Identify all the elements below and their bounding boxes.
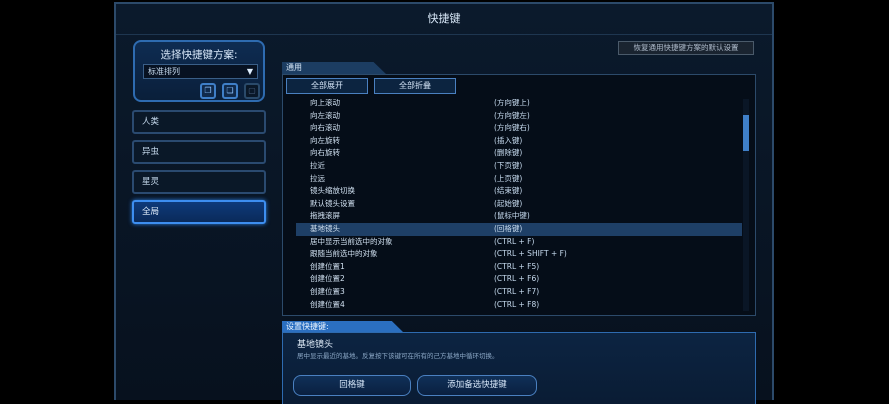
hotkey-binding: (上页键) [494, 173, 523, 183]
hotkey-name: 创建位置1 [310, 261, 345, 271]
hotkey-binding: (插入键) [494, 135, 523, 145]
hotkey-name: 跟随当前选中的对象 [310, 249, 378, 259]
scrollbar-thumb[interactable] [743, 115, 749, 151]
set-hotkey-panel: 基地镜头 居中显示最近的基地。反复按下该键可在所有的己方基地中循环切换。 回格键… [282, 332, 756, 404]
hotkey-binding: (CTRL + F8) [494, 299, 540, 309]
hotkey-row[interactable]: 镜头缩放切换 (结束键) [296, 185, 742, 198]
hotkey-binding: (鼠标中键) [494, 211, 530, 221]
hotkey-name: 拉近 [310, 161, 325, 170]
reset-defaults-button[interactable]: 恢复通用快捷键方案的默认设置 [618, 41, 754, 55]
hotkey-binding: (方向键右) [494, 123, 530, 133]
hotkey-name: 向右滚动 [310, 123, 340, 133]
window-title: 快捷键 [116, 4, 772, 35]
scheme-dropdown-value: 标准排列 [148, 67, 180, 76]
hotkey-name: 创建位置4 [310, 299, 345, 309]
hotkey-binding: (CTRL + F5) [494, 261, 540, 271]
hotkey-name: 镜头缩放切换 [310, 186, 355, 196]
race-tab-label: 人类 [142, 117, 160, 127]
primary-hotkey-button[interactable]: 回格键 [293, 375, 411, 396]
hotkey-name: 向上滚动 [310, 99, 340, 107]
hotkey-name: 创建位置2 [310, 274, 345, 284]
hotkey-row[interactable]: 创建位置4 (CTRL + F8) [296, 299, 742, 312]
hotkey-name: 向左滚动 [310, 110, 340, 120]
race-tab-label: 全局 [142, 207, 160, 217]
hotkey-row[interactable]: 向左旋转 (插入键) [296, 135, 742, 148]
hotkey-binding: (CTRL + F7) [494, 287, 540, 296]
hotkey-row[interactable]: 创建位置2 (CTRL + F6) [296, 273, 742, 286]
paste-scheme-icon[interactable]: ❏ [222, 83, 238, 99]
selected-hotkey-name: 基地镜头 [297, 340, 334, 350]
hotkey-name: 向左旋转 [310, 135, 340, 145]
race-tab-terran[interactable]: 人类 [132, 110, 266, 134]
hotkey-row[interactable]: 创建位置1 (CTRL + F5) [296, 261, 742, 274]
hotkey-binding: (CTRL + F6) [494, 274, 540, 284]
race-tab-label: 星灵 [142, 177, 160, 187]
chevron-down-icon: ▼ [246, 67, 253, 76]
expand-all-button[interactable]: 全部展开 [286, 78, 368, 94]
hotkey-row[interactable]: 向上滚动 (方向键上) [296, 99, 742, 110]
race-tab-protoss[interactable]: 星灵 [132, 170, 266, 194]
hotkey-name: 向右旋转 [310, 148, 340, 158]
hotkey-row[interactable]: 拉远 (上页键) [296, 173, 742, 186]
hotkey-row[interactable]: 居中显示当前选中的对象 (CTRL + F) [296, 236, 742, 249]
hotkey-binding: (结束键) [494, 186, 523, 196]
section-tab-general[interactable]: 通用 [282, 62, 386, 74]
hotkey-name: 基地镜头 [310, 224, 340, 233]
hotkey-row[interactable]: 跟随当前选中的对象 (CTRL + SHIFT + F) [296, 248, 742, 261]
hotkey-row[interactable]: 拖拽滚屏 (鼠标中键) [296, 210, 742, 223]
hotkey-binding: (方向键上) [494, 99, 530, 107]
hotkey-binding: (方向键左) [494, 110, 530, 120]
hotkey-row[interactable]: 向右旋转 (删除键) [296, 147, 742, 160]
race-tab-zerg[interactable]: 异虫 [132, 140, 266, 164]
selected-hotkey-description: 居中显示最近的基地。反复按下该键可在所有的己方基地中循环切换。 [297, 352, 499, 360]
hotkey-list-panel: 全部展开 全部折叠 向上滚动 (方向键上) 向左滚动 (方向键左) 向右滚动 (方向键右)… [282, 74, 756, 316]
scheme-title: 选择快捷键方案: [160, 49, 238, 61]
hotkeys-window: 快捷键 选择快捷键方案: 标准排列 ▼ ❐ ❏ ▢ 人类 异虫 星灵 全局 恢复… [114, 2, 774, 404]
collapse-all-button[interactable]: 全部折叠 [374, 78, 456, 94]
hotkey-row[interactable]: 拉近 (下页键) [296, 160, 742, 173]
add-alternate-hotkey-button[interactable]: 添加备选快捷键 [417, 375, 537, 396]
hotkey-row[interactable]: 向右滚动 (方向键右) [296, 122, 742, 135]
hotkey-binding: (下页键) [494, 161, 523, 170]
hotkey-binding: (CTRL + SHIFT + F) [494, 249, 567, 259]
hotkey-binding: (起始键) [494, 198, 523, 208]
hotkey-name: 居中显示当前选中的对象 [310, 236, 393, 246]
hotkey-name: 拖拽滚屏 [310, 211, 340, 221]
hotkey-binding: (删除键) [494, 148, 523, 158]
hotkey-name: 拉远 [310, 173, 325, 183]
hotkey-binding: (CTRL + F) [494, 236, 535, 246]
hotkey-binding: (回格键) [494, 224, 523, 233]
hotkey-row[interactable]: 创建位置3 (CTRL + F7) [296, 286, 742, 299]
race-tab-label: 异虫 [142, 147, 160, 157]
hotkey-row[interactable]: 默认镜头设置 (起始键) [296, 198, 742, 211]
lock-scheme-icon: ▢ [244, 83, 260, 99]
hotkey-list: 向上滚动 (方向键上) 向左滚动 (方向键左) 向右滚动 (方向键右) 向左旋转 (插入键) 向… [296, 99, 742, 312]
hotkey-row[interactable]: 向左滚动 (方向键左) [296, 110, 742, 123]
scheme-dropdown[interactable]: 标准排列 ▼ [143, 64, 258, 79]
race-tab-global[interactable]: 全局 [132, 200, 266, 224]
copy-scheme-icon[interactable]: ❐ [200, 83, 216, 99]
hotkey-row[interactable]: 基地镜头 (回格键) [296, 223, 742, 236]
hotkey-name: 创建位置3 [310, 287, 345, 296]
hotkey-name: 默认镜头设置 [310, 198, 355, 208]
